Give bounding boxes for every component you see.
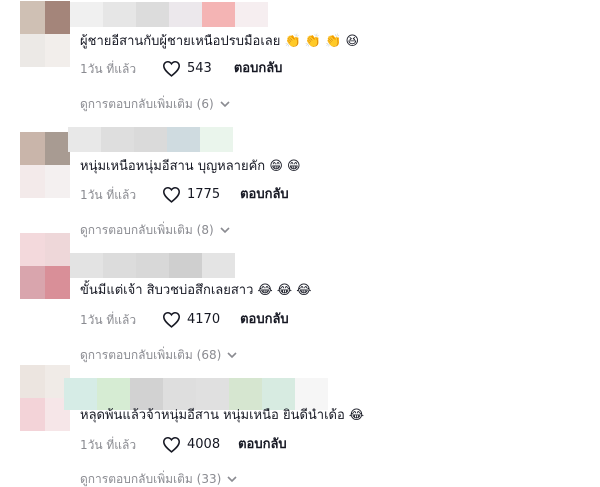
heart-icon <box>162 437 181 453</box>
username-blur-block <box>97 378 130 410</box>
username-blur-block <box>235 2 268 27</box>
username-blurred[interactable] <box>64 378 328 410</box>
avatar-pixel <box>20 266 45 299</box>
heart-icon <box>162 61 181 77</box>
avatar[interactable] <box>20 233 70 299</box>
avatar-pixel <box>45 132 70 165</box>
avatar-pixel <box>45 165 70 198</box>
username-blurred[interactable] <box>68 127 233 152</box>
avatar-pixel <box>20 132 45 165</box>
view-more-replies[interactable]: ดูการตอบกลับเพิ่มเติม (68) <box>80 347 237 363</box>
username-blur-block <box>202 253 235 278</box>
username-blur-block <box>200 127 233 152</box>
username-blur-block <box>136 2 169 27</box>
view-more-replies[interactable]: ดูการตอบกลับเพิ่มเติม (33) <box>80 471 237 487</box>
username-blur-block <box>103 2 136 27</box>
avatar-pixel <box>20 365 45 398</box>
comment-time: 1วัน ที่แล้ว <box>80 61 137 76</box>
comment-emojis: 👏 👏 👏 😆 <box>284 34 360 49</box>
username-blur-block <box>167 127 200 152</box>
avatar[interactable] <box>20 132 70 198</box>
avatar-pixel <box>20 398 45 431</box>
view-more-replies-label: ดูการตอบกลับเพิ่มเติม (6) <box>80 97 214 111</box>
chevron-down-icon <box>220 227 230 234</box>
chevron-down-icon <box>220 101 230 108</box>
avatar-pixel <box>45 34 70 67</box>
comment-body: ผู้ชายอีสานกับผู้ชายเหนือปรบมือเลย <box>80 34 281 49</box>
username-blur-block <box>70 2 103 27</box>
comment-body: หนุ่มเหนือหนุ่มอีสาน บุญหลายคัก <box>80 159 266 174</box>
avatar-pixel <box>45 233 70 266</box>
avatar-pixel <box>45 1 70 34</box>
avatar-pixel <box>20 233 45 266</box>
username-blur-block <box>103 253 136 278</box>
comment-time: 1วัน ที่แล้ว <box>80 437 137 452</box>
username-blur-block <box>202 2 235 27</box>
reply-button[interactable]: ตอบกลับ <box>238 437 287 453</box>
like-button[interactable]: 543 <box>162 60 212 77</box>
like-count: 1775 <box>187 186 221 202</box>
username-blur-block <box>169 253 202 278</box>
username-blur-block <box>163 378 196 410</box>
view-more-replies-label: ดูการตอบกลับเพิ่มเติม (8) <box>80 223 214 237</box>
comment-emojis: 😂 😂 😂 <box>257 283 312 298</box>
comment-text: หนุ่มเหนือหนุ่มอีสาน บุญหลายคัก 😁 😁 <box>80 158 301 176</box>
username-blur-block <box>70 253 103 278</box>
username-blur-block <box>130 378 163 410</box>
avatar-pixel <box>20 165 45 198</box>
username-blur-block <box>68 127 101 152</box>
view-more-replies[interactable]: ดูการตอบกลับเพิ่มเติม (8) <box>80 222 230 238</box>
comment-meta: 1วัน ที่แล้ว 4170 ตอบกลับ <box>80 311 289 328</box>
comment-meta: 1วัน ที่แล้ว 4008 ตอบกลับ <box>80 436 287 453</box>
heart-icon <box>162 312 181 328</box>
username-blurred[interactable] <box>70 253 235 278</box>
avatar-pixel <box>45 266 70 299</box>
reply-button[interactable]: ตอบกลับ <box>240 187 289 203</box>
username-blur-block <box>295 378 328 410</box>
username-blur-block <box>101 127 134 152</box>
like-count: 4008 <box>187 436 221 452</box>
avatar[interactable] <box>20 1 70 67</box>
like-button[interactable]: 4008 <box>162 436 220 453</box>
chevron-down-icon <box>227 352 237 359</box>
view-more-replies-label: ดูการตอบกลับเพิ่มเติม (33) <box>80 472 222 486</box>
comment-body: หลุดพ้นแล้วจ้าหนุ่มอีสาน หนุ่มเหนือ ยินด… <box>80 408 345 423</box>
username-blur-block <box>196 378 229 410</box>
comment-text: ขั้นมีแต่เจ้า สิบวชบ่อสึกเลยสาว 😂 😂 😂 <box>80 282 311 300</box>
comment-text: หลุดพ้นแล้วจ้าหนุ่มอีสาน หนุ่มเหนือ ยินด… <box>80 407 364 425</box>
comment-time: 1วัน ที่แล้ว <box>80 187 137 202</box>
comment-text: ผู้ชายอีสานกับผู้ชายเหนือปรบมือเลย 👏 👏 👏… <box>80 33 359 51</box>
avatar[interactable] <box>20 365 70 431</box>
comment-emojis: 😁 😁 <box>269 159 301 174</box>
comment-meta: 1วัน ที่แล้ว 543 ตอบกลับ <box>80 60 282 77</box>
chevron-down-icon <box>227 476 237 483</box>
username-blur-block <box>134 127 167 152</box>
avatar-pixel <box>20 34 45 67</box>
reply-button[interactable]: ตอบกลับ <box>234 61 283 77</box>
username-blurred[interactable] <box>70 2 268 27</box>
view-more-replies-label: ดูการตอบกลับเพิ่มเติม (68) <box>80 348 222 362</box>
view-more-replies[interactable]: ดูการตอบกลับเพิ่มเติม (6) <box>80 96 230 112</box>
avatar-pixel <box>20 1 45 34</box>
username-blur-block <box>64 378 97 410</box>
like-button[interactable]: 1775 <box>162 186 220 203</box>
like-button[interactable]: 4170 <box>162 311 220 328</box>
comment-time: 1วัน ที่แล้ว <box>80 312 137 327</box>
like-count: 4170 <box>187 311 221 327</box>
username-blur-block <box>229 378 262 410</box>
username-blur-block <box>136 253 169 278</box>
comment-meta: 1วัน ที่แล้ว 1775 ตอบกลับ <box>80 186 289 203</box>
heart-icon <box>162 187 181 203</box>
like-count: 543 <box>187 60 212 76</box>
comment-emojis: 😂 <box>348 408 365 423</box>
comment-body: ขั้นมีแต่เจ้า สิบวชบ่อสึกเลยสาว <box>80 283 254 298</box>
username-blur-block <box>262 378 295 410</box>
username-blur-block <box>169 2 202 27</box>
reply-button[interactable]: ตอบกลับ <box>240 312 289 328</box>
